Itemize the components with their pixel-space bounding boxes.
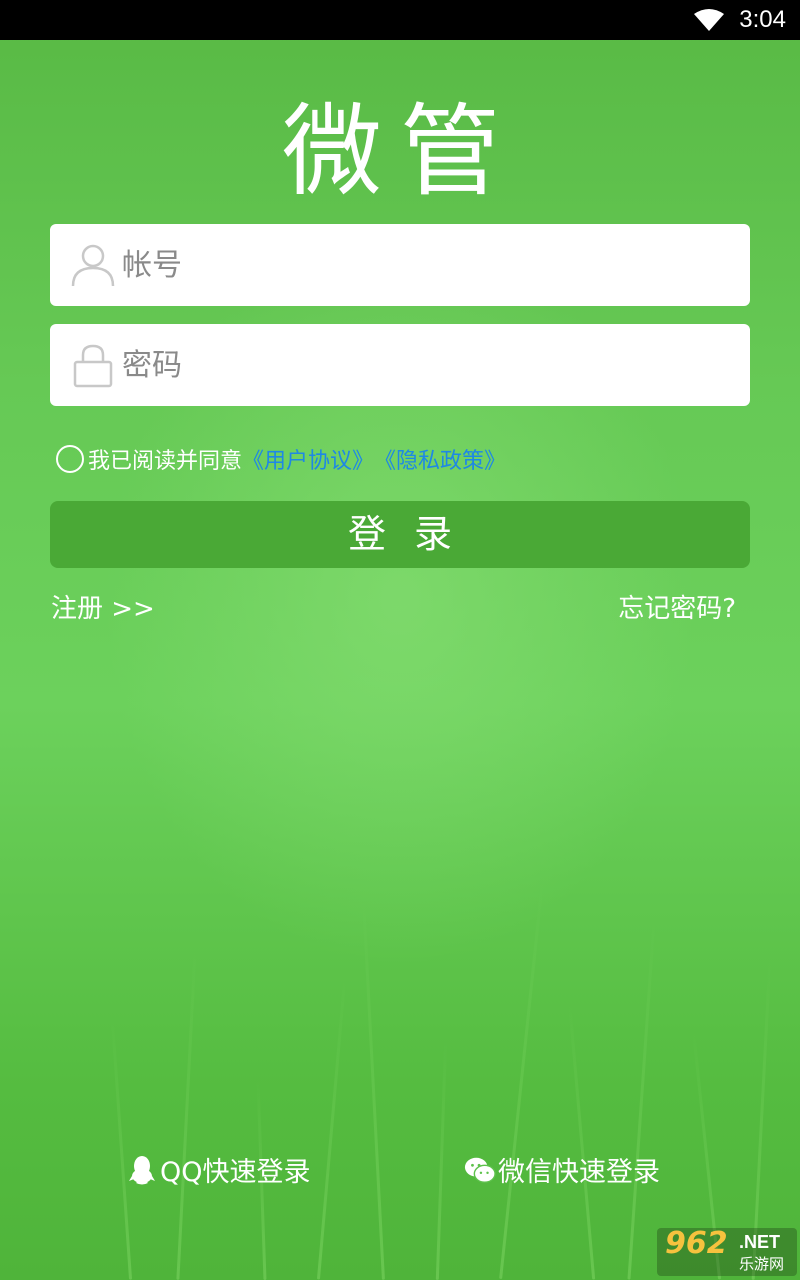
qq-icon [129, 1155, 155, 1184]
grass-decoration [0, 820, 800, 1280]
agreement-radio[interactable] [56, 445, 84, 473]
watermark-logo: 962 .NET 乐游网 [657, 1226, 797, 1276]
app-title: 微管 [282, 93, 518, 210]
qq-login-button[interactable]: QQ快速登录 [126, 1150, 311, 1189]
privacy-policy-link[interactable]: 《隐私政策》 [374, 443, 506, 475]
password-input[interactable] [122, 324, 732, 406]
wechat-icon [464, 1157, 496, 1183]
register-link[interactable]: 注册 >> [51, 588, 155, 625]
account-field[interactable] [50, 224, 750, 306]
wifi-icon [694, 9, 724, 31]
wechat-login-button[interactable]: 微信快速登录 [464, 1150, 660, 1189]
agreement-row: 我已阅读并同意 《用户协议》 《隐私政策》 [56, 442, 506, 476]
password-field[interactable] [50, 324, 750, 406]
watermark-net: .NET [739, 1232, 781, 1252]
account-input[interactable] [122, 224, 732, 306]
qq-login-label: QQ快速登录 [160, 1157, 311, 1188]
status-time: 3:04 [739, 6, 786, 33]
watermark-name: 乐游网 [739, 1255, 785, 1273]
status-bar: 3:04 [0, 0, 800, 40]
login-button[interactable]: 登录 [50, 501, 750, 568]
wechat-login-label: 微信快速登录 [498, 1157, 660, 1188]
user-agreement-link[interactable]: 《用户协议》 [242, 443, 374, 475]
watermark-number: 962 [665, 1226, 728, 1261]
user-icon [71, 244, 115, 287]
lock-icon [73, 344, 113, 388]
agreement-text: 我已阅读并同意 [88, 449, 243, 474]
forgot-password-link[interactable]: 忘记密码? [618, 588, 736, 625]
